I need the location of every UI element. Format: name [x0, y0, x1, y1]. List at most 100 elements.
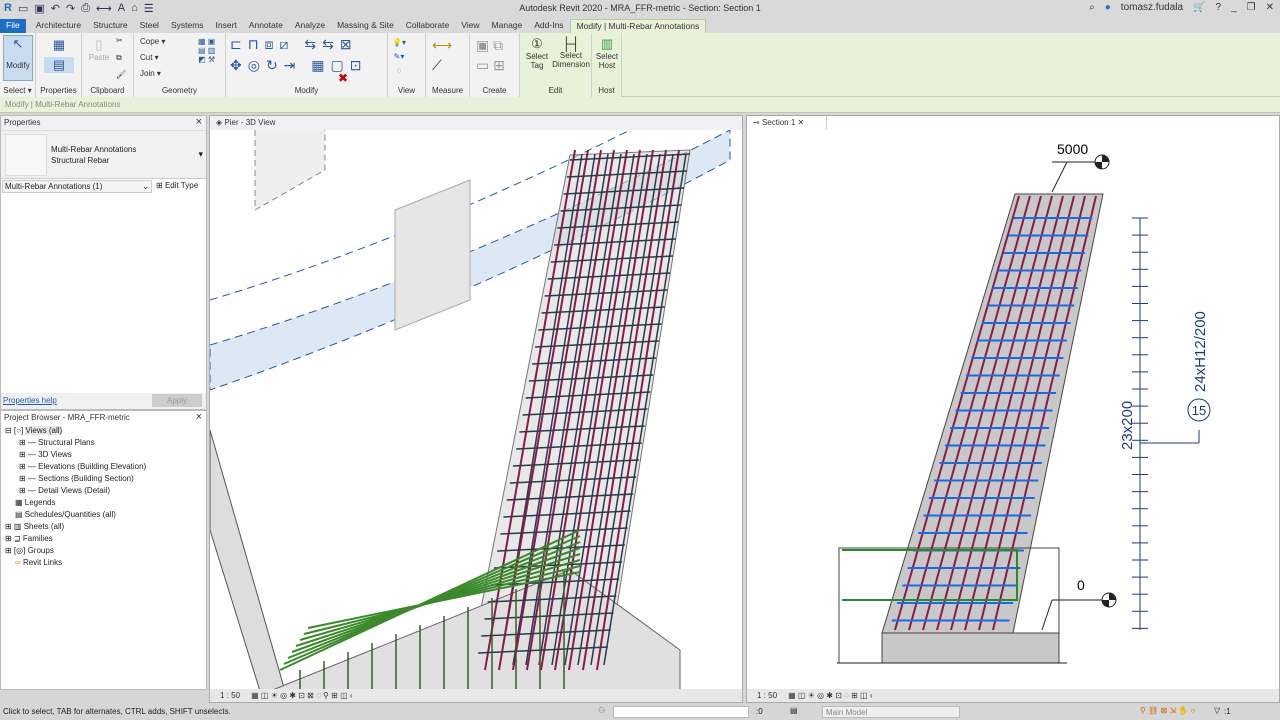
link-icon: ∞ — [15, 558, 21, 567]
properties-palette: Properties × Multi-Rebar Annotations Stru… — [0, 115, 207, 410]
close-icon[interactable]: ✕ — [798, 118, 805, 127]
status-hint: Click to select, TAB for alternates, CTR… — [3, 707, 231, 716]
create-assembly-icon[interactable]: ▭ ⊞ — [476, 57, 505, 74]
workset-icon[interactable]: ⚇ — [598, 706, 605, 715]
tab-steel[interactable]: Steel — [134, 19, 165, 33]
view-scale[interactable]: 1 : 50 — [220, 691, 240, 700]
properties-help-link[interactable]: Properties help — [3, 396, 57, 405]
paste-button[interactable]: ▯ Paste — [86, 37, 112, 62]
host-panel: ▥ Select Host Host — [592, 33, 622, 97]
help-icon[interactable]: ? — [1216, 2, 1222, 13]
select-tag-button[interactable]: ① Select Tag — [522, 36, 552, 70]
select-dropdown[interactable]: Select ▾ — [0, 86, 35, 95]
tab-analyze[interactable]: Analyze — [289, 19, 331, 33]
tab-architecture[interactable]: Architecture — [30, 19, 87, 33]
type-selector[interactable]: Multi-Rebar Annotations Structural Rebar… — [1, 130, 206, 178]
tree-item-detail-views[interactable]: ⊞ — Detail Views (Detail) — [5, 485, 206, 497]
tab-file[interactable]: File — [0, 19, 26, 33]
user-name[interactable]: tomasz.fudala — [1121, 2, 1183, 13]
section-icon: ⊸ — [753, 118, 760, 127]
view-tools-icon[interactable]: 💡▾ ✎▾ ◌ — [392, 36, 406, 78]
select-host-button[interactable]: ▥ Select Host — [592, 36, 622, 70]
tab-collaborate[interactable]: Collaborate — [400, 19, 455, 33]
instance-filter-select[interactable]: Multi-Rebar Annotations (1) ⌄ — [2, 180, 152, 193]
create-panel: ▣ ⧉ ▭ ⊞ Create — [470, 33, 520, 97]
tree-item-sheets[interactable]: ⊞ ▥ Sheets (all) — [5, 521, 206, 533]
cope-button[interactable]: Cope ▾ — [140, 37, 165, 46]
edit-type-button[interactable]: ⊞ Edit Type — [156, 181, 198, 190]
host-icon: ▥ — [600, 36, 614, 51]
tree-item-groups[interactable]: ⊞ [◎] Groups — [5, 545, 206, 557]
window-title: Autodesk Revit 2020 - MRA_FFR-metric - S… — [519, 3, 761, 13]
tab-systems[interactable]: Systems — [165, 19, 210, 33]
cut-clipboard-button[interactable]: ✂ — [116, 36, 123, 45]
tab-view[interactable]: View — [455, 19, 485, 33]
scissors-icon: ✂ — [116, 36, 123, 45]
tab-insert[interactable]: Insert — [210, 19, 243, 33]
tree-item-families[interactable]: ⊞ ⊒ Families — [5, 533, 206, 545]
tree-item-elevations[interactable]: ⊞ — Elevations (Building Elevation) — [5, 461, 206, 473]
3d-view-window[interactable]: ◈ Pier - 3D View 1 : 50 ▦ ◫ ☀ ◎ ✱ ⊡ ⊠ ◌ … — [209, 115, 743, 703]
tree-item-views[interactable]: ⊟ [○] Views (all) — [5, 425, 206, 437]
browser-title: Project Browser - MRA_FFR-metric — [4, 413, 130, 422]
view-scale[interactable]: 1 : 50 — [757, 691, 777, 700]
select-dimension-button[interactable]: ├┤ Select Dimension — [550, 36, 592, 69]
tab-modify-multi-rebar[interactable]: Modify | Multi-Rebar Annotations — [569, 19, 707, 33]
selection-options-icons[interactable]: ⚲ ⛓ ⊠ ⇲ ✋ ○ — [1140, 706, 1195, 715]
copy-button[interactable]: ⧉ — [116, 53, 122, 63]
measure-icon[interactable]: ⟷ — [432, 37, 452, 54]
tree-item-sections[interactable]: ⊞ — Sections (Building Section) — [5, 473, 206, 485]
tree-item-schedules[interactable]: ▤ Schedules/Quantities (all) — [5, 509, 206, 521]
view-3d-icon: ◈ — [216, 118, 223, 127]
restore-button[interactable]: ❐ — [1247, 2, 1256, 13]
bottom-elevation: 0 — [1077, 577, 1085, 593]
select-panel: ↖ Modify Select ▾ — [0, 33, 36, 97]
binoculars-icon[interactable]: ⌕ — [1089, 2, 1095, 13]
editing-requests[interactable]: :0 — [756, 707, 763, 716]
tab-annotate[interactable]: Annotate — [243, 19, 289, 33]
minimize-button[interactable]: _ — [1231, 2, 1237, 13]
footing-section — [881, 632, 1060, 664]
view-control-icons[interactable]: ▦ ◫ ☀ ◎ ✱ ⊡ ◌ ⊞ ◫ ‹ — [788, 691, 872, 700]
apply-button[interactable]: Apply — [152, 394, 202, 407]
match-type-button[interactable]: 🖌 — [116, 70, 126, 79]
cart-icon[interactable]: 🛒 — [1193, 2, 1205, 13]
tree-item-legends[interactable]: ▦ Legends — [5, 497, 206, 509]
workset-select[interactable] — [613, 706, 749, 718]
tree-item-revit-links[interactable]: ∞ Revit Links — [5, 557, 206, 569]
close-button[interactable]: ✕ — [1266, 2, 1274, 13]
design-option-select[interactable]: Main Model — [822, 706, 960, 718]
cut-button[interactable]: Cut ▾ — [140, 53, 159, 62]
dimension-icon[interactable]: ⟋ — [432, 57, 442, 74]
tab-add-ins[interactable]: Add-Ins — [528, 19, 569, 33]
abutment — [210, 429, 286, 691]
modify-button[interactable]: ↖ Modify — [3, 35, 33, 81]
design-options-icon[interactable]: ▤ — [790, 706, 798, 715]
modify-tools-row1[interactable]: ⊏⊓⧈⧄ ⇆⇆⊠ — [230, 36, 358, 53]
create-group-icon[interactable]: ▣ ⧉ — [476, 37, 503, 54]
tab-massing-site[interactable]: Massing & Site — [331, 19, 400, 33]
ribbon: ↖ Modify Select ▾ ▦ ▤ Properties ▯ Paste ✂… — [0, 33, 1280, 97]
measure-panel: ⟷ ⟋ Measure — [426, 33, 470, 97]
3d-model-canvas[interactable] — [210, 130, 742, 691]
delete-icon[interactable]: ✖ — [338, 71, 348, 85]
filter-icon[interactable]: ▽ — [1214, 706, 1220, 715]
status-bar: Click to select, TAB for alternates, CTR… — [0, 703, 1280, 720]
dimension-label: 23x200 — [1119, 401, 1136, 450]
type-properties-button[interactable]: ▦ — [44, 37, 74, 53]
close-icon[interactable]: × — [196, 116, 202, 128]
tab-section-1[interactable]: Section 1 — [762, 118, 795, 127]
tree-item-structural-plans[interactable]: ⊞ — Structural Plans — [5, 437, 206, 449]
tree-item-3d-views[interactable]: ⊞ — 3D Views — [5, 449, 206, 461]
section-canvas[interactable]: 23x200 24xH12/200 15 5000 0 — [747, 130, 1279, 691]
join-button[interactable]: Join ▾ — [140, 69, 161, 78]
section-view-window[interactable]: ⊸ Section 1 ✕ 23x200 24xH12/200 15 5000 … — [746, 115, 1280, 703]
view-control-bar: 1 : 50 ▦ ◫ ☀ ◎ ✱ ⊡ ⊠ ◌ ⚲ ⊞ ◫ ‹ — [210, 689, 742, 702]
geometry-tools-icon[interactable]: ▦ ▣ ▤ ▥ ◩ ⚒ — [198, 37, 215, 64]
properties-button[interactable]: ▤ — [44, 57, 74, 73]
close-icon[interactable]: × — [196, 411, 202, 423]
view-control-icons[interactable]: ▦ ◫ ☀ ◎ ✱ ⊡ ⊠ ◌ ⚲ ⊞ ◫ ‹ — [251, 691, 352, 700]
tab-3d-view[interactable]: Pier - 3D View — [224, 118, 275, 127]
tab-manage[interactable]: Manage — [486, 19, 529, 33]
tab-structure[interactable]: Structure — [87, 19, 134, 33]
